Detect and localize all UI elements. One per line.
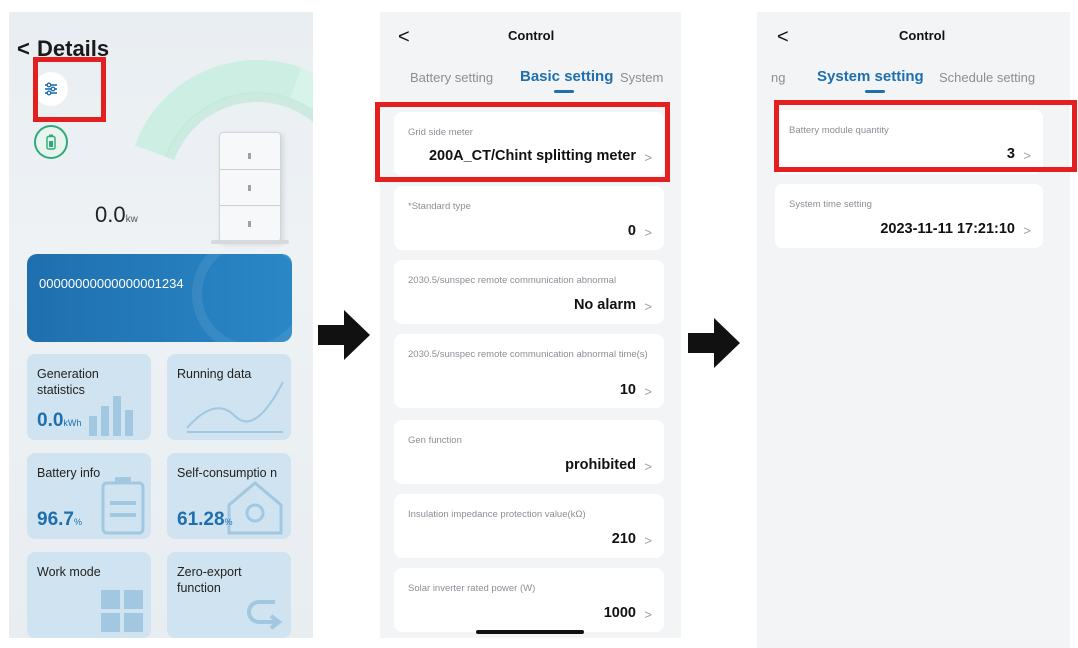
- control-screen-system: < Control ng System setting Schedule set…: [757, 12, 1070, 648]
- chevron-right-icon: >: [644, 299, 652, 314]
- tile-zero-export-function[interactable]: Zero-export function: [167, 552, 291, 638]
- tile-label: Self-consumptio n: [177, 466, 278, 480]
- chevron-right-icon: >: [644, 384, 652, 399]
- wave-chart-icon: [186, 381, 284, 433]
- back-button[interactable]: <: [398, 26, 410, 49]
- tab-basic-setting[interactable]: Basic setting: [520, 68, 613, 85]
- setting-value: 1000: [603, 605, 636, 621]
- setting-value: prohibited: [565, 457, 636, 473]
- setting-value: No alarm: [573, 297, 636, 313]
- battery-stack-illustration: [219, 132, 281, 242]
- power-unit: kw: [125, 214, 138, 225]
- home-indicator[interactable]: [476, 630, 584, 634]
- tab-system[interactable]: System: [620, 70, 663, 85]
- setting-value: 10: [619, 382, 636, 398]
- right-arrow-icon: [688, 318, 740, 368]
- page-title: Control: [508, 28, 555, 43]
- tab-battery-setting-partial[interactable]: ng: [771, 70, 785, 85]
- settings-sliders-icon: [45, 82, 57, 96]
- setting-label: System time setting: [789, 199, 872, 210]
- setting-battery-module-quantity[interactable]: Battery module quantity 3 >: [775, 110, 1043, 174]
- chevron-right-icon: >: [644, 533, 652, 548]
- tile-generation-statistics[interactable]: Generation statistics 0.0kWh: [27, 354, 151, 440]
- setting-value: 200A_CT/Chint splitting meter: [428, 148, 636, 164]
- back-button[interactable]: <: [777, 26, 789, 49]
- page-title: Details: [37, 36, 110, 61]
- battery-outline-icon: [101, 477, 145, 535]
- setting-remote-comm-abnormal[interactable]: 2030.5/sunspec remote communication abno…: [394, 260, 664, 324]
- tile-self-consumption[interactable]: Self-consumptio n 61.28%: [167, 453, 291, 539]
- setting-label: Gen function: [408, 435, 462, 446]
- power-value: 0.0: [95, 202, 126, 227]
- active-tab-indicator: [554, 90, 574, 93]
- setting-label: *Standard type: [408, 201, 471, 212]
- setting-remote-comm-abnormal-time[interactable]: 2030.5/sunspec remote communication abno…: [394, 334, 664, 408]
- back-button[interactable]: <: [17, 36, 30, 62]
- setting-value: 0: [627, 223, 636, 239]
- details-screen: < Details 0.0kw 00000000000000001234 Gen…: [9, 12, 313, 638]
- setting-grid-side-meter[interactable]: Grid side meter 200A_CT/Chint splitting …: [394, 112, 664, 176]
- house-bulb-icon: [227, 481, 283, 535]
- right-arrow-icon: [318, 310, 370, 360]
- chevron-right-icon: >: [644, 607, 652, 622]
- power-readout: 0.0kw: [95, 202, 138, 228]
- tile-value: 96.7%: [37, 509, 82, 530]
- setting-value: 2023-11-11 17:21:10: [880, 221, 1015, 237]
- setting-label: Grid side meter: [408, 127, 473, 138]
- setting-label: 2030.5/sunspec remote communication abno…: [408, 275, 617, 286]
- tile-battery-info[interactable]: Battery info 96.7%: [27, 453, 151, 539]
- tile-running-data[interactable]: Running data: [167, 354, 291, 440]
- tile-value: 61.28%: [177, 509, 233, 530]
- tile-work-mode[interactable]: Work mode: [27, 552, 151, 638]
- grid-icon: [101, 590, 143, 632]
- control-screen-basic: < Control Battery setting Basic setting …: [380, 12, 681, 638]
- settings-button[interactable]: [34, 72, 68, 106]
- setting-insulation-impedance[interactable]: Insulation impedance protection value(kΩ…: [394, 494, 664, 558]
- chevron-right-icon: >: [1023, 223, 1031, 238]
- active-tab-indicator: [865, 90, 885, 93]
- page-title: Control: [899, 28, 946, 43]
- serial-number: 00000000000000001234: [39, 276, 184, 291]
- battery-stack-base: [211, 240, 289, 244]
- setting-label: Battery module quantity: [789, 125, 889, 136]
- battery-status-button[interactable]: [34, 125, 68, 159]
- return-arrow-icon: [247, 600, 283, 630]
- tile-value: 0.0kWh: [37, 410, 82, 431]
- setting-gen-function[interactable]: Gen function prohibited >: [394, 420, 664, 484]
- setting-label: 2030.5/sunspec remote communication abno…: [408, 349, 648, 360]
- tab-system-setting[interactable]: System setting: [817, 68, 924, 85]
- tab-battery-setting[interactable]: Battery setting: [410, 70, 493, 85]
- tile-label: Battery info: [37, 466, 101, 480]
- chevron-right-icon: >: [644, 150, 652, 165]
- setting-rated-power[interactable]: Solar inverter rated power (W) 1000 >: [394, 568, 664, 632]
- device-serial-card[interactable]: 00000000000000001234: [27, 254, 292, 342]
- setting-value: 3: [1006, 146, 1015, 162]
- setting-value: 210: [611, 531, 636, 547]
- setting-system-time[interactable]: System time setting 2023-11-11 17:21:10 …: [775, 184, 1043, 248]
- setting-label: Insulation impedance protection value(kΩ…: [408, 509, 586, 520]
- tab-schedule-setting[interactable]: Schedule setting: [939, 70, 1035, 85]
- setting-standard-type[interactable]: *Standard type 0 >: [394, 186, 664, 250]
- tile-label: Generation statistics: [37, 367, 99, 397]
- tile-label: Running data: [177, 367, 252, 381]
- setting-label: Solar inverter rated power (W): [408, 583, 536, 594]
- tile-label: Zero-export function: [177, 565, 242, 595]
- chevron-right-icon: >: [644, 459, 652, 474]
- battery-icon: [46, 134, 56, 150]
- chevron-right-icon: >: [644, 225, 652, 240]
- tile-label: Work mode: [37, 565, 101, 579]
- chevron-right-icon: >: [1023, 148, 1031, 163]
